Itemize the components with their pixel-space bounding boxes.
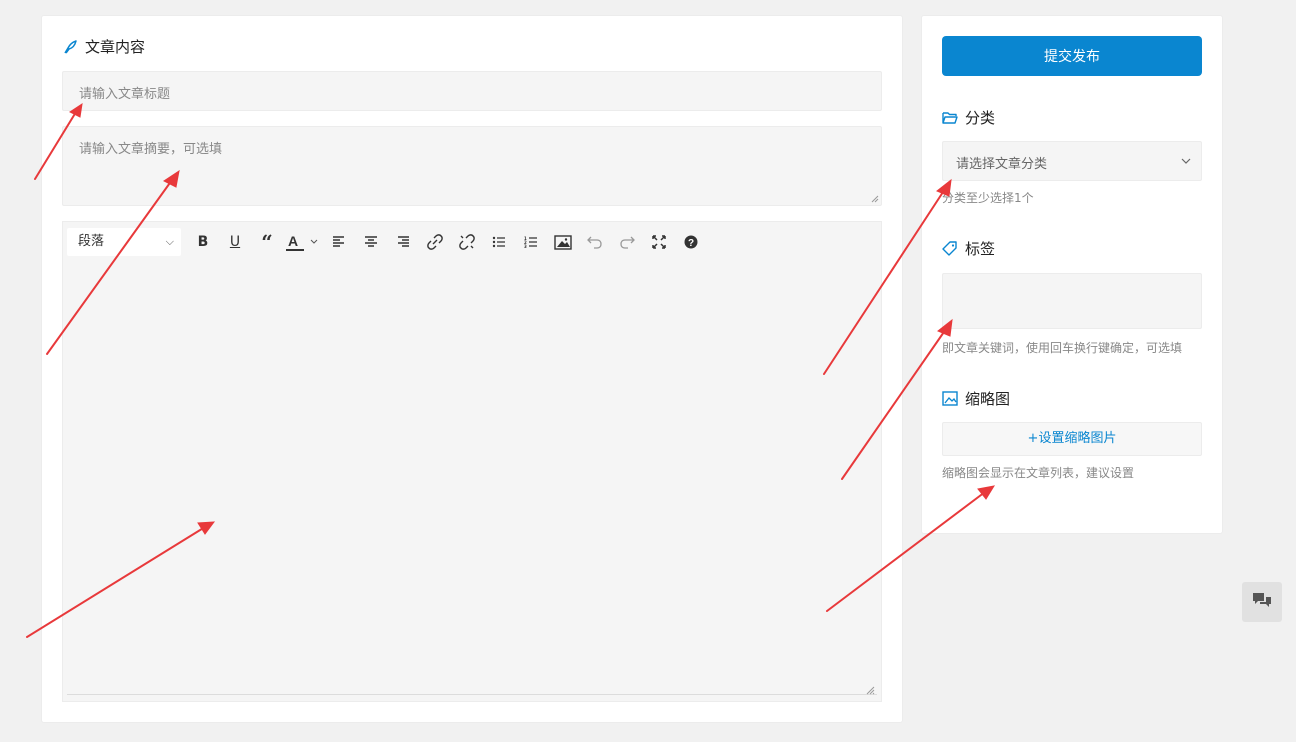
article-content-card: 文章内容 请输入文章标题 请输入文章摘要，可选填 段落 ⌵ B U “ A 1 … <box>41 15 903 723</box>
tag-icon <box>942 240 958 257</box>
underline-icon[interactable]: U <box>219 228 251 256</box>
blockquote-icon[interactable]: “ <box>251 228 283 256</box>
tags-hint: 即文章关键词，使用回车换行键确定，可选填 <box>942 341 1183 355</box>
format-select[interactable]: 段落 ⌵ <box>67 228 181 256</box>
category-section-header: 分类 <box>942 107 995 128</box>
thumbnail-title: 缩略图 <box>965 390 1011 408</box>
folder-open-icon <box>942 111 958 125</box>
image-icon[interactable] <box>547 228 579 256</box>
category-select[interactable]: 请选择文章分类 <box>942 141 1202 181</box>
editor-resize-grip-icon[interactable] <box>866 686 875 695</box>
font-color-icon[interactable]: A <box>283 228 323 256</box>
align-right-icon[interactable] <box>387 228 419 256</box>
link-icon[interactable] <box>419 228 451 256</box>
set-thumbnail-button[interactable]: +设置缩略图片 <box>942 422 1202 456</box>
format-select-value: 段落 <box>78 234 105 249</box>
thumbnail-hint: 缩略图会显示在文章列表，建议设置 <box>942 466 1135 480</box>
article-section-title: 文章内容 <box>85 38 146 56</box>
align-center-icon[interactable] <box>355 228 387 256</box>
chevron-down-icon: ⌵ <box>165 235 174 248</box>
align-left-icon[interactable] <box>323 228 355 256</box>
tags-title: 标签 <box>965 240 996 258</box>
thumbnail-section-header: 缩略图 <box>942 388 1010 409</box>
feather-icon <box>62 39 78 55</box>
category-select-placeholder: 请选择文章分类 <box>956 157 1048 172</box>
rich-text-editor[interactable]: 段落 ⌵ B U “ A 1 2 3 ? <box>62 221 882 702</box>
article-section-header: 文章内容 <box>62 36 145 57</box>
tags-section-header: 标签 <box>942 238 995 259</box>
editor-statusbar <box>67 694 877 695</box>
bold-icon[interactable]: B <box>187 228 219 256</box>
svg-text:3: 3 <box>524 244 527 248</box>
fullscreen-icon[interactable] <box>643 228 675 256</box>
submit-publish-button[interactable]: 提交发布 <box>942 36 1202 76</box>
chat-button[interactable] <box>1242 582 1282 622</box>
category-hint: 分类至少选择1个 <box>942 191 1034 205</box>
title-input-placeholder: 请输入文章标题 <box>79 87 171 102</box>
summary-textarea[interactable]: 请输入文章摘要，可选填 <box>62 126 882 206</box>
editor-toolbar: 段落 ⌵ B U “ A 1 2 3 ? <box>67 226 707 258</box>
help-icon[interactable]: ? <box>675 228 707 256</box>
unlink-icon[interactable] <box>451 228 483 256</box>
numbered-list-icon[interactable]: 123 <box>515 228 547 256</box>
publish-sidebar-card: 提交发布 分类 请选择文章分类 分类至少选择1个 标签 即文章关键词，使用回车换… <box>921 15 1223 534</box>
redo-icon[interactable] <box>611 228 643 256</box>
summary-textarea-placeholder: 请输入文章摘要，可选填 <box>79 142 223 157</box>
bullet-list-icon[interactable] <box>483 228 515 256</box>
chat-bubbles-icon <box>1251 591 1273 613</box>
svg-text:A: A <box>288 233 298 249</box>
svg-text:?: ? <box>688 238 694 249</box>
picture-icon <box>942 391 958 406</box>
title-input[interactable]: 请输入文章标题 <box>62 71 882 111</box>
resize-handle-icon[interactable] <box>870 194 879 203</box>
category-title: 分类 <box>965 109 996 127</box>
chevron-down-icon <box>1181 158 1191 164</box>
tags-input[interactable] <box>942 273 1202 329</box>
undo-icon[interactable] <box>579 228 611 256</box>
